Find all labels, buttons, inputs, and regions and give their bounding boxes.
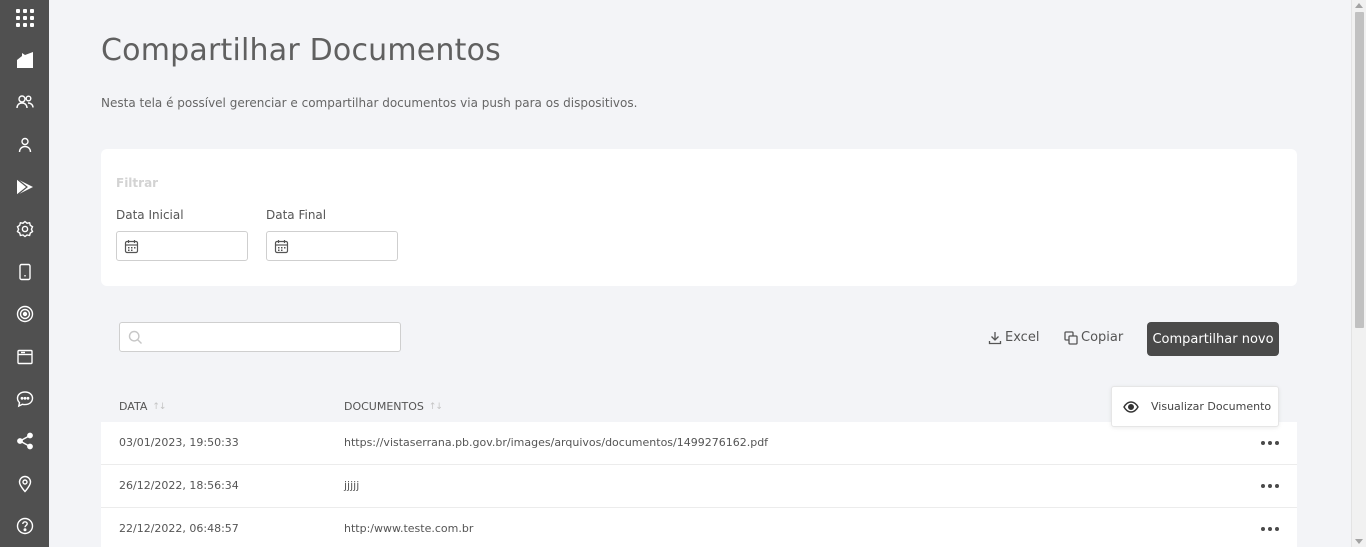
copy-button[interactable]: Copiar bbox=[1064, 330, 1123, 345]
column-header-label: DOCUMENTOS bbox=[344, 400, 424, 413]
search-input[interactable] bbox=[119, 322, 401, 352]
more-actions-icon[interactable] bbox=[1261, 520, 1279, 538]
column-header-label: DATA bbox=[119, 400, 148, 413]
calendar-icon bbox=[124, 240, 139, 254]
table-row: 22/12/2022, 06:48:57 http:/www.teste.com… bbox=[101, 508, 1297, 547]
share-new-button[interactable]: Compartilhar novo bbox=[1147, 322, 1279, 356]
eye-icon bbox=[1123, 400, 1139, 413]
start-date-input[interactable] bbox=[116, 231, 248, 261]
scroll-thumb[interactable] bbox=[1355, 12, 1364, 328]
filter-card: Filtrar Data Inicial Data Final bbox=[101, 149, 1297, 286]
row-date: 26/12/2022, 18:56:34 bbox=[119, 479, 239, 492]
chat-icon[interactable] bbox=[0, 384, 49, 414]
column-header-data[interactable]: DATA ↑↓ bbox=[119, 400, 166, 413]
search-icon bbox=[128, 330, 142, 344]
settings-icon[interactable] bbox=[0, 214, 49, 244]
row-date: 03/01/2023, 19:50:33 bbox=[119, 436, 239, 449]
browser-window-icon[interactable] bbox=[0, 342, 49, 372]
user-icon[interactable] bbox=[0, 130, 49, 160]
share-icon[interactable] bbox=[0, 426, 49, 456]
documents-table: 03/01/2023, 19:50:33 https://vistaserran… bbox=[101, 422, 1297, 547]
apps-grid-icon[interactable] bbox=[0, 3, 49, 33]
sort-arrows-icon: ↑↓ bbox=[428, 401, 443, 412]
copy-label: Copiar bbox=[1081, 330, 1124, 345]
download-icon bbox=[988, 331, 1002, 344]
device-icon[interactable] bbox=[0, 257, 49, 287]
table-row: 26/12/2022, 18:56:34 jjjjj bbox=[101, 465, 1297, 508]
page-subtitle: Nesta tela é possível gerenciar e compar… bbox=[101, 96, 638, 110]
row-document: http:/www.teste.com.br bbox=[344, 522, 474, 535]
excel-label: Excel bbox=[1005, 330, 1040, 345]
filter-title: Filtrar bbox=[116, 176, 159, 190]
dashboard-icon[interactable] bbox=[0, 45, 49, 75]
vertical-scrollbar[interactable] bbox=[1351, 0, 1366, 547]
end-date-input[interactable] bbox=[266, 231, 398, 261]
sidebar bbox=[0, 0, 49, 547]
view-document-menu-item[interactable]: Visualizar Documento bbox=[1111, 386, 1279, 427]
excel-button[interactable]: Excel bbox=[988, 330, 1039, 345]
users-icon[interactable] bbox=[0, 87, 49, 117]
row-document: https://vistaserrana.pb.gov.br/images/ar… bbox=[344, 436, 769, 449]
row-document: jjjjj bbox=[344, 479, 360, 492]
location-pin-icon[interactable] bbox=[0, 469, 49, 499]
copy-icon bbox=[1064, 330, 1078, 345]
row-date: 22/12/2022, 06:48:57 bbox=[119, 522, 239, 535]
view-document-label: Visualizar Documento bbox=[1151, 400, 1272, 413]
calendar-icon bbox=[274, 240, 289, 254]
column-header-documentos[interactable]: DOCUMENTOS ↑↓ bbox=[344, 400, 443, 413]
end-date-label: Data Final bbox=[266, 208, 327, 222]
sort-arrows-icon: ↑↓ bbox=[152, 401, 166, 412]
help-icon[interactable] bbox=[0, 511, 49, 541]
scroll-down-icon[interactable] bbox=[1355, 539, 1363, 544]
table-row: 03/01/2023, 19:50:33 https://vistaserran… bbox=[101, 422, 1297, 465]
target-icon[interactable] bbox=[0, 299, 49, 329]
page-title: Compartilhar Documentos bbox=[101, 33, 501, 68]
scroll-up-icon[interactable] bbox=[1355, 3, 1363, 8]
more-actions-icon[interactable] bbox=[1261, 477, 1279, 495]
play-store-icon[interactable] bbox=[0, 172, 49, 202]
start-date-label: Data Inicial bbox=[116, 208, 184, 222]
more-actions-icon[interactable] bbox=[1261, 434, 1279, 452]
